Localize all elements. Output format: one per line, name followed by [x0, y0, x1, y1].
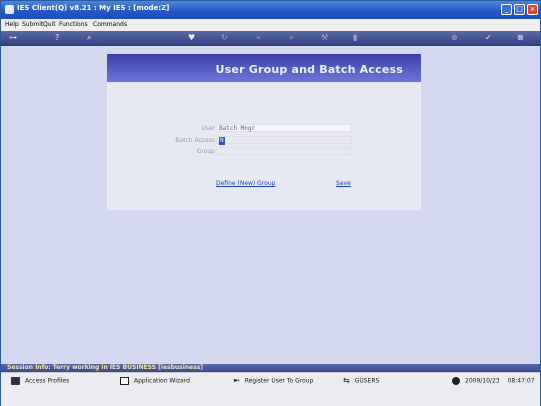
datetime-display: 2009/10/23 08:47:07	[452, 377, 535, 385]
trash-icon[interactable]: ▮	[353, 33, 357, 43]
key-icon[interactable]: ⊶	[9, 33, 17, 43]
menu-quit[interactable]: Quit	[43, 21, 56, 28]
application-window: IES Client(Q) v8.21 : My IES : [mode:Z] …	[0, 0, 541, 406]
check-icon[interactable]: ✓	[485, 33, 492, 43]
close-button[interactable]: ×	[527, 4, 538, 15]
clock-icon	[452, 377, 460, 385]
menu-submit[interactable]: Submit	[22, 21, 43, 28]
menu-help[interactable]: Help	[5, 21, 19, 28]
menu-bar: Help Submit Quit Functions Commands	[1, 19, 540, 31]
register-user-to-group-button[interactable]: ➼ Register User To Group	[233, 377, 313, 385]
refresh-icon[interactable]: ↻	[221, 33, 228, 43]
main-area: User Group and Batch Access User Batch M…	[1, 46, 540, 364]
wizard-icon	[120, 377, 129, 385]
form-header: User Group and Batch Access	[107, 54, 421, 82]
status-bar: Access Profiles Application Wizard ➼ Regi…	[1, 372, 540, 406]
help-icon[interactable]: ?	[55, 33, 59, 43]
time-text: 08:47:07	[507, 377, 535, 385]
search-icon[interactable]: ⌕	[87, 33, 91, 43]
group-field[interactable]	[216, 147, 352, 155]
book-icon	[11, 377, 20, 385]
batch-access-value: N	[219, 137, 225, 145]
title-bar: IES Client(Q) v8.21 : My IES : [mode:Z] …	[1, 1, 540, 19]
user-group-form: User Group and Batch Access User Batch M…	[107, 54, 421, 210]
minimize-button[interactable]: _	[501, 4, 512, 15]
session-info-text: Session Info: Terry working in IES BUSIN…	[7, 364, 204, 371]
maximize-button[interactable]: □	[514, 4, 525, 15]
date-text: 2009/10/23	[465, 377, 500, 385]
tools-icon[interactable]: ⚒	[321, 33, 328, 43]
register-icon: ➼	[233, 376, 240, 385]
user-field[interactable]: Batch Mngr	[216, 124, 352, 132]
define-new-group-link[interactable]: Define (New) Group	[216, 180, 275, 187]
user-label: User	[201, 125, 215, 132]
cancel-icon[interactable]: ⊗	[517, 33, 524, 43]
group-icon: ⇆	[343, 376, 350, 385]
batch-access-field[interactable]: N	[216, 136, 352, 145]
session-info-bar: Session Info: Terry working in IES BUSIN…	[1, 364, 540, 372]
menu-functions[interactable]: Functions	[59, 21, 88, 28]
heart-icon[interactable]: ♥	[188, 33, 195, 43]
save-link[interactable]: Save	[336, 180, 351, 187]
batch-access-label: Batch Access	[175, 137, 215, 144]
globe-icon[interactable]: ⊕	[451, 33, 458, 43]
rewind-icon[interactable]: «	[256, 33, 261, 43]
menu-commands[interactable]: Commands	[93, 21, 127, 28]
application-wizard-button[interactable]: Application Wizard	[120, 377, 190, 385]
group-label: Group	[196, 148, 215, 155]
window-title: IES Client(Q) v8.21 : My IES : [mode:Z]	[17, 4, 170, 12]
fast-forward-icon[interactable]: »	[289, 33, 294, 43]
toolbar: ⊶ ? ⌕ ♥ ↻ « » ⚒ ▮ ⊕ ✓ ⊗	[1, 31, 540, 46]
access-profiles-button[interactable]: Access Profiles	[11, 377, 69, 385]
app-icon	[5, 5, 14, 14]
gusers-button[interactable]: ⇆ GUSERS	[343, 377, 379, 385]
form-title: User Group and Batch Access	[215, 63, 403, 76]
